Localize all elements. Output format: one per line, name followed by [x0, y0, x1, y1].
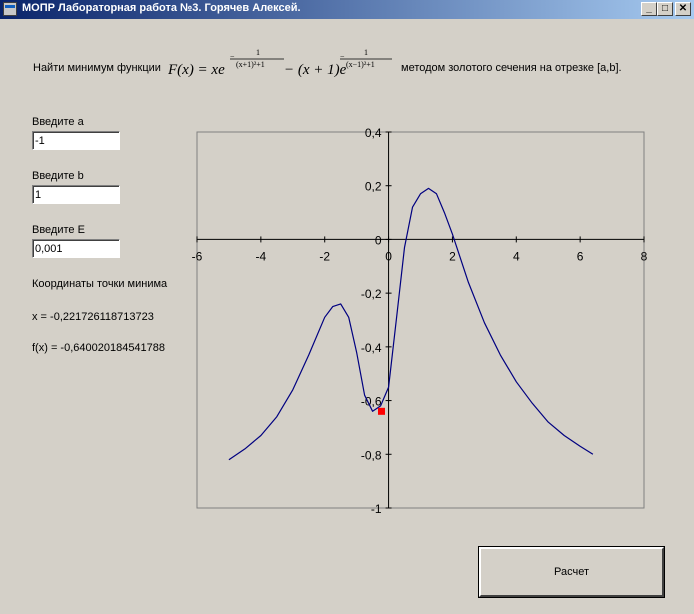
app-icon	[3, 2, 17, 16]
x-tick-label: 8	[641, 249, 648, 263]
formula-middle: − (x + 1)e	[284, 62, 347, 78]
result-x: x = -0,221726118713723	[32, 311, 154, 323]
y-tick-label: -0,4	[361, 341, 382, 355]
exp2-denominator: (x−1)²+1	[346, 60, 375, 69]
minimum-point-marker	[377, 407, 385, 415]
e-label: Введите E	[32, 224, 85, 236]
svg-text:−: −	[340, 52, 345, 61]
svg-text:−: −	[230, 52, 235, 61]
title-bar[interactable]: МОПР Лабораторная работа №3. Горячев Але…	[0, 0, 694, 19]
result-heading: Координаты точки минима	[32, 278, 168, 290]
x-tick-label: -4	[256, 249, 267, 263]
y-tick-label: -1	[371, 502, 382, 516]
maximize-button[interactable]: □	[657, 2, 673, 16]
close-button[interactable]: ✕	[675, 2, 691, 16]
x-tick-label: -2	[319, 249, 330, 263]
exp1-denominator: (x+1)²+1	[236, 60, 265, 69]
task-prefix: Найти минимум функции	[33, 62, 161, 74]
exp1-numerator: 1	[256, 48, 260, 57]
a-input[interactable]	[32, 131, 120, 150]
b-label: Введите b	[32, 170, 84, 182]
formula-lhs: F(x) = xe	[168, 62, 225, 78]
b-input[interactable]	[32, 185, 120, 204]
exp2-numerator: 1	[364, 48, 368, 57]
x-tick-label: 6	[577, 249, 584, 263]
function-curve	[228, 187, 594, 461]
calculate-button[interactable]: Расчет	[478, 546, 665, 598]
x-tick-label: 0	[385, 249, 392, 263]
function-chart: -6 -4 -2 0 2 4 6 80,40,20-0,2-0,4-0,6-0,8-1	[192, 126, 648, 516]
a-label: Введите a	[32, 116, 84, 128]
window-title: МОПР Лабораторная работа №3. Горячев Але…	[22, 2, 301, 14]
function-formula: F(x) = xe − 1 (x+1)²+1 − (x + 1)e − 1 (x…	[168, 48, 392, 78]
y-tick-label: 0,4	[365, 126, 382, 140]
x-tick-label: 2	[449, 249, 456, 263]
task-suffix: методом золотого сечения на отрезке [a,b…	[401, 62, 622, 74]
y-tick-label: -0,2	[361, 287, 382, 301]
e-input[interactable]	[32, 239, 120, 258]
result-fx: f(x) = -0,640020184541788	[32, 342, 166, 354]
y-tick-label: 0,2	[365, 180, 382, 194]
y-tick-label: 0	[375, 233, 382, 247]
plot-frame	[196, 131, 645, 509]
minimize-button[interactable]: _	[641, 2, 657, 16]
x-tick-label: -6	[192, 249, 203, 263]
y-tick-label: -0,8	[361, 448, 382, 462]
x-tick-label: 4	[513, 249, 520, 263]
